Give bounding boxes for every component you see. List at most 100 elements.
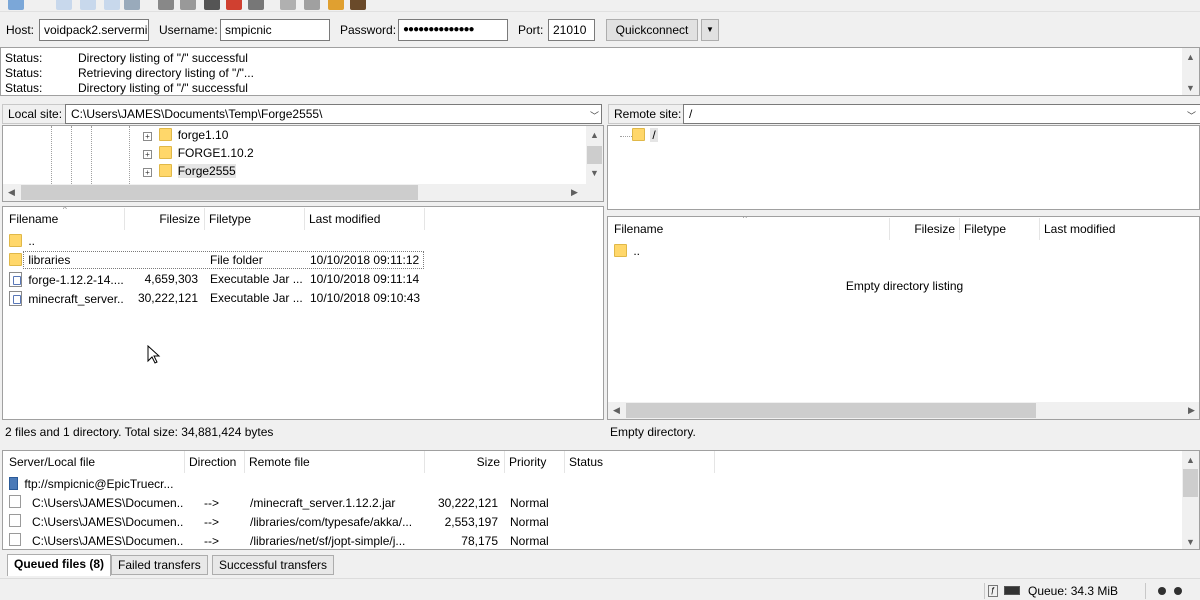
scroll-up-icon[interactable]: ▲ (1182, 455, 1199, 465)
remote-file-row-parent[interactable]: .. (614, 244, 640, 260)
queue-size: 30,222,121 (437, 496, 498, 510)
queue-vscroll[interactable]: ▲ ▼ (1182, 451, 1199, 549)
tree-item[interactable]: + forge1.10 (143, 128, 228, 144)
quickconnect-button[interactable]: Quickconnect (606, 19, 698, 41)
column-size[interactable]: Size (425, 451, 505, 473)
refresh-icon[interactable] (158, 0, 174, 10)
column-status[interactable]: Status (565, 451, 715, 473)
speed-limit-icon[interactable] (1004, 586, 1020, 595)
site-manager-icon[interactable] (8, 0, 24, 10)
column-remote-file[interactable]: Remote file (245, 451, 425, 473)
column-filename[interactable]: Filename (5, 208, 125, 230)
remote-path-combo[interactable]: / ﹀ (683, 104, 1200, 124)
toggle-tree-icon[interactable] (80, 0, 96, 10)
log-scrollbar[interactable]: ▲ ▼ (1182, 48, 1199, 95)
quickconnect-dropdown-button[interactable]: ▼ (701, 19, 719, 41)
local-site-label: Local site: (2, 104, 69, 124)
tree-item[interactable]: + FORGE1.10.2 (143, 146, 254, 162)
log-row: Status: Retrieving directory listing of "… (5, 66, 254, 80)
column-filesize[interactable]: Filesize (125, 208, 205, 230)
scroll-thumb[interactable] (1183, 469, 1198, 497)
scroll-thumb[interactable] (587, 146, 602, 164)
queue-remote-file: /libraries/com/typesafe/akka/... (250, 515, 413, 529)
scroll-thumb[interactable] (21, 185, 418, 200)
password-input[interactable]: ●●●●●●●●●●●●●● (398, 19, 508, 41)
scroll-up-icon[interactable]: ▲ (586, 130, 603, 140)
column-filename[interactable]: Filename (610, 218, 890, 240)
queue-file-icon (9, 514, 21, 532)
folder-icon (632, 128, 645, 141)
column-filesize[interactable]: Filesize (890, 218, 960, 240)
toggle-remote-tree-icon[interactable] (104, 0, 120, 10)
chevron-down-icon[interactable]: ﹀ (590, 107, 599, 123)
sync-browse-icon[interactable] (328, 0, 344, 10)
column-last-modified[interactable]: Last modified (1040, 218, 1199, 240)
column-priority[interactable]: Priority (505, 451, 565, 473)
scroll-thumb[interactable] (626, 403, 1036, 418)
disconnect-icon[interactable] (204, 0, 220, 10)
column-filetype[interactable]: Filetype (960, 218, 1040, 240)
file-row-libraries[interactable]: libraries (9, 253, 124, 269)
local-tree-hscroll[interactable]: ◀ ▶ (3, 184, 603, 201)
file-row-forge-jar[interactable]: forge-1.12.2-14.... (9, 272, 124, 288)
cancel-icon[interactable] (226, 0, 242, 10)
queue-direction: --> (204, 515, 219, 529)
scroll-down-icon[interactable]: ▼ (586, 168, 603, 178)
column-server-local-file[interactable]: Server/Local file (5, 451, 185, 473)
search-icon[interactable] (350, 0, 366, 10)
host-input[interactable]: voidpack2.servermi (39, 19, 149, 41)
tab-queued-files[interactable]: Queued files (8) (7, 554, 112, 576)
scroll-left-icon[interactable]: ◀ (608, 405, 625, 416)
scroll-down-icon[interactable]: ▼ (1182, 83, 1199, 93)
column-last-modified[interactable]: Last modified (305, 208, 425, 230)
scroll-down-icon[interactable]: ▼ (1182, 537, 1199, 547)
expand-icon[interactable]: + (143, 150, 152, 159)
queue-server-row[interactable]: ftp://smpicnic@EpicTruecr... (9, 477, 173, 493)
expand-icon[interactable]: + (143, 168, 152, 177)
transfer-queue-icon[interactable] (124, 0, 140, 10)
port-input[interactable]: 21010 (548, 19, 595, 41)
download-activity-icon (1174, 587, 1182, 595)
column-filetype[interactable]: Filetype (205, 208, 305, 230)
reconnect-icon[interactable] (248, 0, 264, 10)
local-path-combo[interactable]: C:\Users\JAMES\Documents\Temp\Forge2555\… (65, 104, 602, 124)
filter-icon[interactable] (280, 0, 296, 10)
chevron-down-icon[interactable]: ﹀ (1187, 107, 1196, 123)
remote-path: / (689, 107, 693, 121)
expand-icon[interactable]: + (143, 132, 152, 141)
queue-local-file[interactable]: C:\Users\JAMES\Documen... (32, 515, 184, 529)
file-icon (9, 533, 21, 546)
username-input[interactable]: smpicnic (220, 19, 330, 41)
tab-failed-transfers[interactable]: Failed transfers (111, 555, 208, 575)
queue-local-file[interactable]: C:\Users\JAMES\Documen... (32, 534, 184, 548)
process-queue-icon[interactable] (180, 0, 196, 10)
queue-size: 78,175 (461, 534, 498, 548)
file-modified: 10/10/2018 09:10:43 (310, 291, 421, 305)
scroll-right-icon[interactable]: ▶ (1183, 405, 1199, 416)
scroll-left-icon[interactable]: ◀ (3, 187, 20, 198)
scroll-up-icon[interactable]: ▲ (1182, 52, 1199, 62)
empty-listing-message: Empty directory listing (845, 279, 964, 293)
mouse-cursor-icon (147, 345, 161, 364)
remote-status: Empty directory. (610, 425, 696, 439)
toolbar (0, 0, 1200, 12)
scroll-right-icon[interactable]: ▶ (566, 187, 583, 198)
local-tree: + forge1.10 + FORGE1.10.2 + Forge2555 ▲ … (2, 125, 604, 202)
remote-list-hscroll[interactable]: ◀ ▶ (608, 402, 1199, 419)
log-row: Status: Directory listing of "/" successf… (5, 51, 248, 65)
remote-tree-root[interactable]: / (632, 128, 658, 144)
file-row-minecraft-jar[interactable]: minecraft_server.... (9, 291, 124, 307)
file-type: File folder (210, 253, 263, 267)
queue-local-file[interactable]: C:\Users\JAMES\Documen... (32, 496, 184, 510)
local-tree-vscroll[interactable]: ▲ ▼ (586, 126, 603, 184)
tree-item[interactable]: + Forge2555 (143, 164, 236, 180)
compare-icon[interactable] (304, 0, 320, 10)
remote-site-bar: Remote site: / ﹀ (607, 100, 1200, 124)
local-status: 2 files and 1 directory. Total size: 34,… (5, 425, 274, 439)
jar-file-icon (9, 291, 22, 306)
toggle-log-icon[interactable] (56, 0, 72, 10)
local-path: C:\Users\JAMES\Documents\Temp\Forge2555\ (71, 107, 323, 121)
column-direction[interactable]: Direction (185, 451, 245, 473)
tab-successful-transfers[interactable]: Successful transfers (212, 555, 335, 575)
file-row-parent[interactable]: .. (9, 234, 124, 250)
